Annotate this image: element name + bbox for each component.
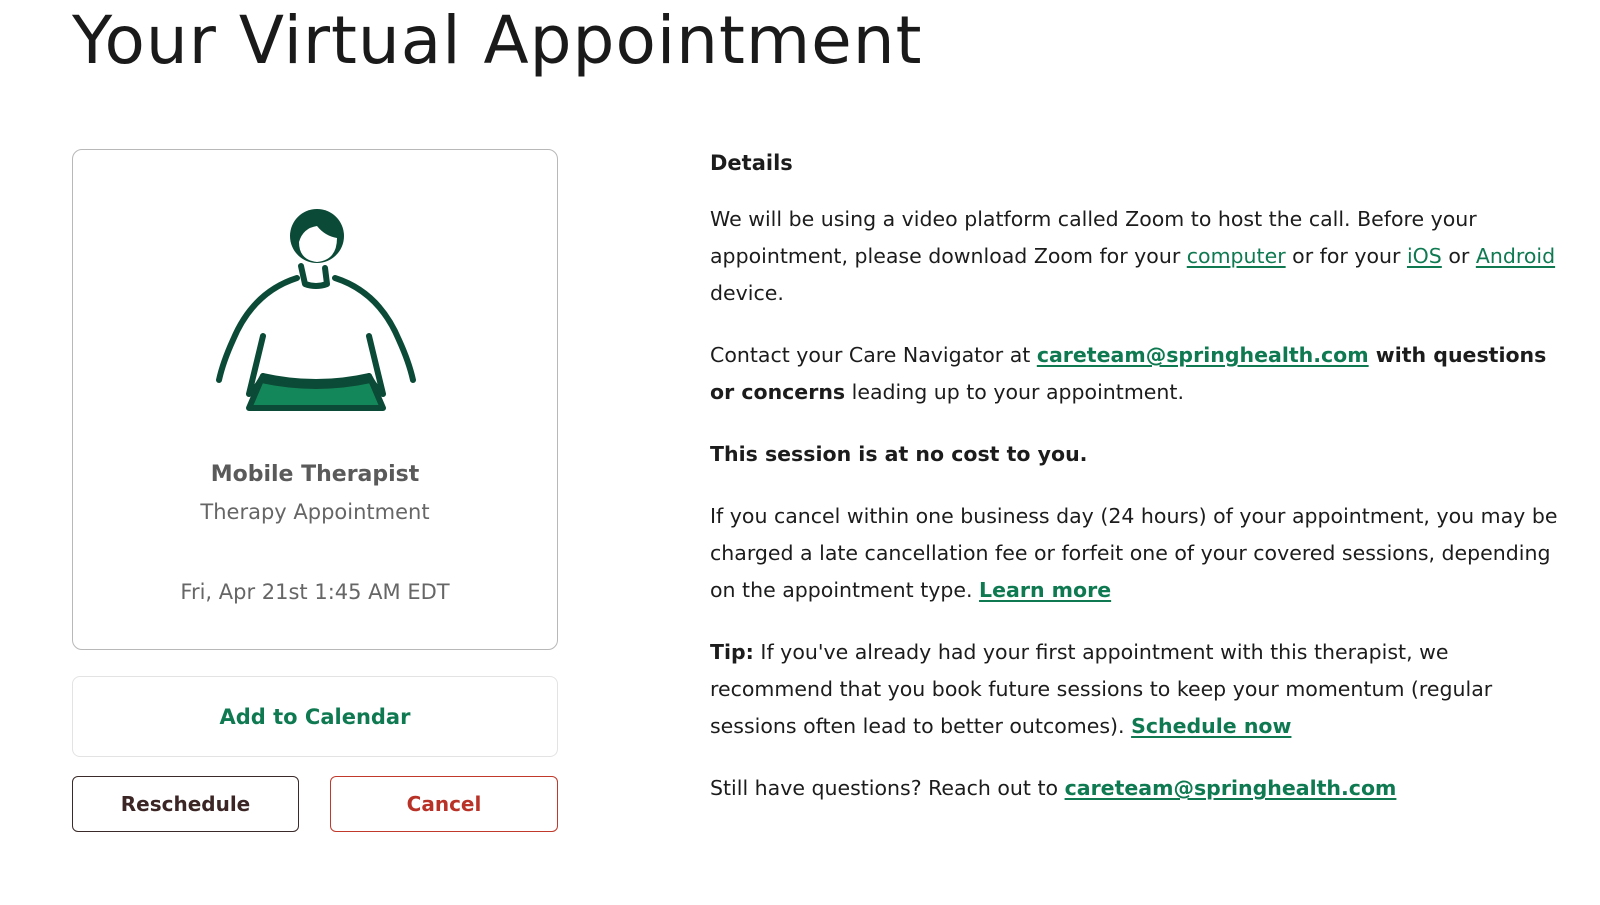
questions-text: Still have questions? Reach out to <box>710 776 1065 800</box>
careteam-email-link-footer[interactable]: careteam@springhealth.com <box>1065 776 1397 800</box>
cancel-button[interactable]: Cancel <box>330 776 558 832</box>
page: Your Virtual Appointment Mobile Therapis… <box>0 0 1600 905</box>
tip-label: Tip: <box>710 640 754 664</box>
provider-name: Mobile Therapist <box>210 462 420 487</box>
cancellation-paragraph: If you cancel within one business day (2… <box>710 498 1570 609</box>
no-cost-text: This session is at no cost to you. <box>710 442 1088 466</box>
cancellation-text: If you cancel within one business day (2… <box>710 504 1558 602</box>
zoom-text-mid: or for your <box>1285 244 1407 268</box>
details-heading: Details <box>710 151 793 175</box>
zoom-text-end: device. <box>710 281 784 305</box>
contact-paragraph: Contact your Care Navigator at careteam@… <box>710 337 1570 411</box>
careteam-email-link[interactable]: careteam@springhealth.com <box>1037 343 1369 367</box>
contact-text-end: leading up to your appointment. <box>845 380 1184 404</box>
learn-more-link[interactable]: Learn more <box>979 578 1111 602</box>
appointment-datetime: Fri, Apr 21st 1:45 AM EDT <box>180 580 450 604</box>
details-section: Details We will be using a video platfor… <box>710 146 1570 832</box>
tip-paragraph: Tip: If you've already had your first ap… <box>710 634 1570 745</box>
therapist-person-icon <box>216 209 416 411</box>
questions-paragraph: Still have questions? Reach out to caret… <box>710 770 1570 807</box>
appointment-card: Mobile Therapist Therapy Appointment Fri… <box>72 149 558 650</box>
reschedule-button[interactable]: Reschedule <box>72 776 299 832</box>
no-cost-paragraph: This session is at no cost to you. <box>710 436 1570 473</box>
add-to-calendar-button[interactable]: Add to Calendar <box>72 676 558 757</box>
ios-link[interactable]: iOS <box>1407 244 1442 268</box>
zoom-text-mid: or <box>1441 244 1476 268</box>
computer-link[interactable]: computer <box>1187 244 1286 268</box>
contact-text: Contact your Care Navigator at <box>710 343 1037 367</box>
zoom-paragraph: We will be using a video platform called… <box>710 201 1570 312</box>
appointment-type: Therapy Appointment <box>200 500 430 524</box>
schedule-now-link[interactable]: Schedule now <box>1131 714 1291 738</box>
page-title: Your Virtual Appointment <box>72 2 923 79</box>
tip-text: If you've already had your first appoint… <box>710 640 1493 738</box>
android-link[interactable]: Android <box>1476 244 1555 268</box>
